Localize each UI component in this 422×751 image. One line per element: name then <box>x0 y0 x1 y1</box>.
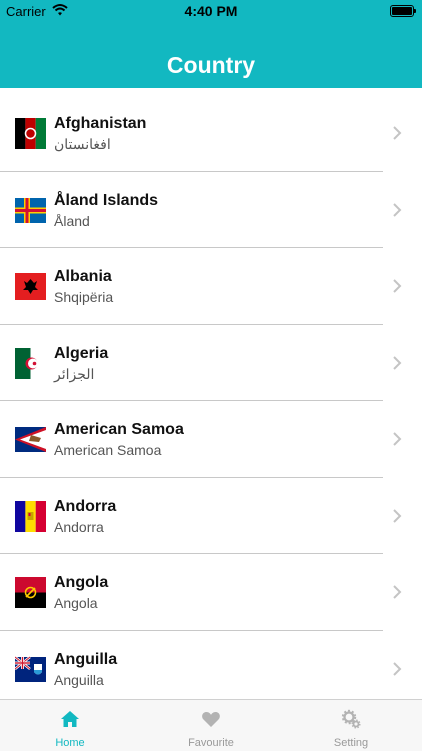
chevron-right-icon <box>393 355 402 370</box>
country-name: American Samoa <box>54 421 184 438</box>
chevron-right-icon <box>393 279 402 293</box>
country-name: Åland Islands <box>54 191 159 209</box>
tab-home-label: Home <box>55 737 85 749</box>
country-name: Algeria <box>54 344 109 362</box>
house-icon <box>61 711 79 727</box>
country-name: Andorra <box>54 497 117 515</box>
country-row-aland-islands[interactable]: Åland Islands Åland <box>0 172 422 248</box>
chevron-right-icon <box>393 202 402 217</box>
chevron-right-icon <box>393 661 402 676</box>
albania-flag <box>15 273 46 300</box>
country-native-name: Angola <box>54 595 98 611</box>
country-row-algeria[interactable]: Algeria الجزائر <box>0 325 422 401</box>
country-native-name: افغانستان <box>54 136 111 152</box>
country-name: Angola <box>54 574 109 591</box>
tab-setting-label: Setting <box>333 737 369 749</box>
chevron-right-icon <box>393 432 402 446</box>
country-row-afghanistan[interactable]: Afghanistan افغانستان <box>0 95 422 172</box>
country-name: Albania <box>54 268 112 285</box>
country-row-anguilla[interactable]: Anguilla Anguilla <box>0 631 422 708</box>
battery-icon <box>390 5 416 17</box>
country-list: Afghanistan افغانستان Åland Islands Ålan… <box>0 95 422 707</box>
country-row-american-samoa[interactable]: American Samoa American Samoa <box>0 401 422 478</box>
tab-setting[interactable]: Setting <box>281 700 421 751</box>
chevron-right-icon <box>393 508 402 523</box>
gear-icon <box>341 709 361 729</box>
chevron-right-icon <box>393 126 402 140</box>
country-row-angola[interactable]: Angola Angola <box>0 554 422 631</box>
country-native-name: American Samoa <box>54 442 162 458</box>
app-header: Carrier 4:40 PM Country <box>0 0 422 88</box>
algeria-flag <box>15 347 46 379</box>
heart-icon <box>202 712 220 727</box>
page-title: Country <box>166 52 256 78</box>
country-native-name: Shqipëria <box>54 289 114 305</box>
status-bar: Carrier 4:40 PM <box>0 0 422 22</box>
afghanistan-flag <box>15 118 46 149</box>
country-native-name: الجزائر <box>54 365 95 382</box>
american-samoa-flag <box>15 427 46 452</box>
status-time: 4:40 PM <box>184 3 238 19</box>
angola-flag <box>15 577 46 608</box>
anguilla-flag <box>15 655 46 682</box>
country-name: Anguilla <box>54 650 118 668</box>
country-native-name: Anguilla <box>54 671 104 688</box>
chevron-right-icon <box>393 585 402 599</box>
country-native-name: Andorra <box>54 518 104 535</box>
country-row-andorra[interactable]: Andorra Andorra <box>0 478 422 554</box>
country-name: Afghanistan <box>54 115 147 132</box>
tab-favourite-label: Favourite <box>188 737 234 749</box>
andorra-flag <box>15 500 46 532</box>
tab-home[interactable]: Home <box>0 700 140 751</box>
aland-flag <box>15 197 46 223</box>
tab-favourite[interactable]: Favourite <box>141 700 281 751</box>
country-row-albania[interactable]: Albania Shqipëria <box>0 248 422 325</box>
country-native-name: Åland <box>54 212 90 229</box>
tab-bar: Home Favourite Setting <box>0 699 422 751</box>
